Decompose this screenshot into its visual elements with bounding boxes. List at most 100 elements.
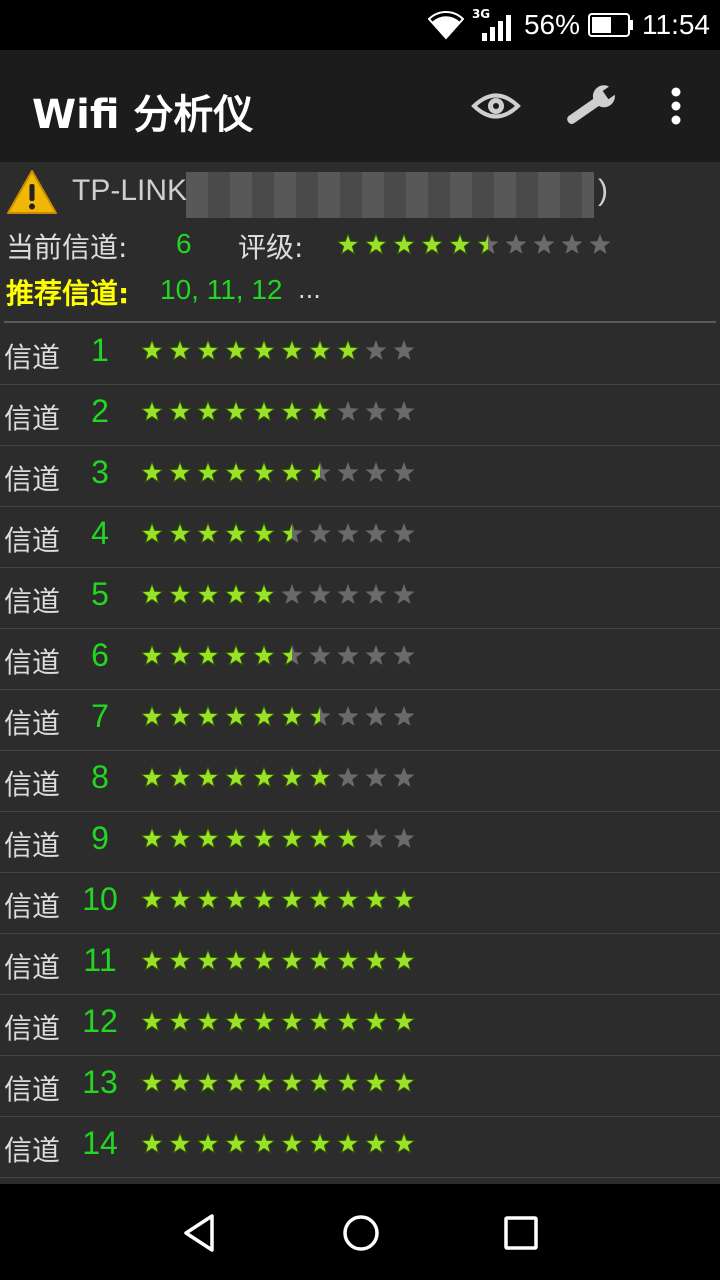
star-filled-icon — [337, 233, 359, 256]
star-filled-icon — [197, 339, 219, 362]
channel-row[interactable]: 信道 8 — [0, 751, 720, 812]
clock: 11:54 — [642, 9, 710, 40]
star-filled-icon — [253, 705, 275, 728]
wrench-icon[interactable] — [560, 76, 620, 136]
star-empty-icon — [337, 706, 359, 726]
channel-row[interactable]: 信道 9 — [0, 812, 720, 873]
channel-row[interactable]: 信道 12 — [0, 995, 720, 1056]
channel-number: 2 — [91, 393, 109, 429]
channel-number: 3 — [91, 454, 109, 490]
channel-number: 11 — [83, 942, 117, 978]
star-empty-icon — [309, 523, 331, 543]
eye-icon[interactable] — [466, 76, 526, 136]
star-filled-icon — [309, 888, 331, 911]
channel-label: 信道 — [4, 463, 61, 496]
star-empty-icon — [589, 234, 611, 254]
channel-label: 信道 — [4, 585, 61, 618]
divider — [4, 321, 716, 323]
star-empty-icon — [337, 401, 359, 421]
channel-rating-stars — [140, 643, 420, 669]
star-filled-icon — [309, 339, 331, 362]
channel-list: 信道 1 信道 2 信道 3 信道 4 信道 5 信道 6 信道 7 信道 8 信道 9 信道 10 信道 11 信道 12 信… — [0, 324, 720, 1178]
channel-number: 5 — [91, 576, 109, 612]
channel-number: 4 — [91, 515, 109, 551]
star-filled-icon — [169, 461, 191, 484]
star-filled-icon — [253, 949, 275, 972]
star-empty-icon — [561, 234, 583, 254]
star-filled-icon — [225, 339, 247, 362]
channel-row[interactable]: 信道 11 — [0, 934, 720, 995]
star-filled-icon — [225, 766, 247, 789]
star-filled-icon — [197, 1132, 219, 1155]
star-filled-icon — [169, 644, 191, 667]
home-icon[interactable] — [338, 1210, 384, 1256]
channel-number: 1 — [91, 332, 109, 368]
channel-label: 信道 — [4, 829, 61, 862]
star-filled-icon — [141, 827, 163, 850]
channel-number: 14 — [82, 1125, 118, 1161]
star-filled-icon — [225, 1010, 247, 1033]
channel-row[interactable]: 信道 14 — [0, 1117, 720, 1178]
star-filled-icon — [281, 400, 303, 423]
star-filled-icon — [169, 339, 191, 362]
star-filled-icon — [281, 827, 303, 850]
star-filled-icon — [365, 233, 387, 256]
star-filled-icon — [393, 1010, 415, 1033]
star-empty-icon — [393, 828, 415, 848]
star-empty-icon — [365, 645, 387, 665]
channel-rating-stars — [140, 582, 420, 608]
star-filled-icon — [393, 1071, 415, 1094]
star-filled-icon — [253, 827, 275, 850]
channel-rating-stars — [140, 1009, 420, 1035]
channel-row[interactable]: 信道 2 — [0, 385, 720, 446]
channel-rating-stars — [140, 704, 420, 730]
app-title: Wifi 分析仪 — [32, 92, 254, 138]
star-filled-icon — [197, 888, 219, 911]
star-empty-icon — [337, 645, 359, 665]
star-filled-icon — [337, 1132, 359, 1155]
back-icon[interactable] — [178, 1210, 224, 1256]
star-filled-icon — [309, 1010, 331, 1033]
channel-number: 7 — [91, 698, 109, 734]
channel-row[interactable]: 信道 3 — [0, 446, 720, 507]
star-filled-icon — [169, 400, 191, 423]
star-filled-icon — [393, 888, 415, 911]
channel-label: 信道 — [4, 951, 61, 984]
star-filled-icon — [169, 1132, 191, 1155]
recents-icon[interactable] — [498, 1210, 544, 1256]
warning-icon — [7, 170, 57, 214]
channel-row[interactable]: 信道 1 — [0, 324, 720, 385]
star-filled-icon — [141, 400, 163, 423]
star-filled-icon — [393, 1132, 415, 1155]
more-vert-icon[interactable] — [646, 76, 706, 136]
channel-row[interactable]: 信道 5 — [0, 568, 720, 629]
current-rating-stars — [336, 232, 616, 258]
star-filled-icon — [225, 644, 247, 667]
recommended-label: 推荐信道: — [6, 277, 130, 310]
star-filled-icon — [197, 949, 219, 972]
channel-row[interactable]: 信道 10 — [0, 873, 720, 934]
channel-number: 13 — [82, 1064, 118, 1100]
channel-row[interactable]: 信道 4 — [0, 507, 720, 568]
recommended-more[interactable]: ... — [298, 276, 321, 304]
star-empty-icon — [393, 523, 415, 543]
star-filled-icon — [169, 1071, 191, 1094]
star-filled-icon — [141, 705, 163, 728]
channel-row[interactable]: 信道 7 — [0, 690, 720, 751]
star-filled-icon — [225, 705, 247, 728]
star-filled-icon — [253, 888, 275, 911]
star-filled-icon — [365, 888, 387, 911]
star-filled-icon — [309, 949, 331, 972]
star-filled-icon — [253, 400, 275, 423]
channel-label: 信道 — [4, 1134, 61, 1167]
star-empty-icon — [365, 523, 387, 543]
channel-row[interactable]: 信道 6 — [0, 629, 720, 690]
star-filled-icon — [253, 1071, 275, 1094]
network-header[interactable]: TP-LINK ) — [0, 162, 720, 224]
star-filled-icon — [309, 1071, 331, 1094]
star-filled-icon — [281, 949, 303, 972]
ssid-suffix: ) — [598, 174, 608, 207]
channel-row[interactable]: 信道 13 — [0, 1056, 720, 1117]
status-bar: 3G 56% 11:54 — [0, 0, 720, 50]
star-filled-icon — [141, 583, 163, 606]
